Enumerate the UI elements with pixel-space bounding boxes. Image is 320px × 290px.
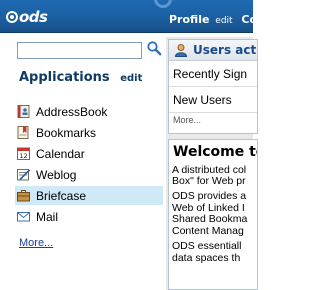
app-item-label: Bookmarks [36, 125, 97, 140]
addressbook-icon [17, 105, 30, 118]
applications-edit-link[interactable]: edit [120, 73, 142, 84]
users-activity-panel: Users act Recently Sign New Users More..… [168, 39, 258, 134]
users-row-recently-signed[interactable]: Recently Sign [169, 61, 257, 87]
applications-title: Applications [19, 70, 110, 85]
search-icon[interactable] [146, 40, 162, 56]
community-link[interactable]: Comm [241, 13, 253, 26]
app-item-label: AddressBook [36, 104, 108, 119]
calendar-icon: 12 [17, 147, 30, 160]
app-item-label: Mail [36, 209, 59, 224]
mail-icon [17, 212, 30, 222]
search-input[interactable] [17, 42, 142, 59]
top-nav-links: Profile edit Comm [169, 13, 253, 26]
applications-more-link[interactable]: More... [19, 237, 53, 249]
app-item-label: Briefcase [36, 188, 87, 203]
welcome-intro: A distributed col Box" for Web pr [172, 165, 257, 187]
welcome-intro-line: Box" for Web pr [172, 175, 246, 187]
app-item-bookmarks[interactable]: Bookmarks [17, 123, 163, 142]
welcome-text-line: Shared Bookma [172, 213, 248, 225]
ods-logo[interactable]: ods [6, 7, 48, 27]
app-item-mail[interactable]: Mail [17, 207, 163, 226]
welcome-text-line: ODS essentiall [172, 240, 242, 252]
app-item-label: Weblog [36, 167, 77, 182]
decorative-ring-icon [154, 0, 172, 8]
users-row-new-users[interactable]: New Users [169, 87, 257, 113]
bookmarks-icon [17, 126, 29, 139]
ods-logo-text: ods [19, 8, 48, 26]
weblog-icon [17, 169, 30, 181]
users-panel-header: Users act [169, 40, 257, 61]
welcome-panel: Welcome to A distributed col Box" for We… [168, 139, 258, 290]
applications-list: AddressBook Bookmarks 12 Calendar Weblog [15, 102, 163, 228]
welcome-text-line: data spaces th [172, 251, 241, 264]
svg-text:12: 12 [19, 152, 27, 160]
users-icon [174, 44, 188, 57]
app-item-label: Calendar [36, 146, 85, 161]
welcome-text-line: Content Manag [172, 224, 244, 237]
briefcase-icon [17, 190, 30, 202]
profile-link[interactable]: Profile [169, 13, 209, 26]
welcome-title: Welcome to [173, 144, 258, 160]
ods-logo-mark-icon [6, 11, 18, 23]
welcome-paragraph-2: ODS essentiall data spaces th [172, 240, 257, 264]
users-more-link[interactable]: More... [169, 115, 257, 125]
users-panel-title: Users act [193, 43, 257, 57]
welcome-text-line: ODS provides a [172, 190, 247, 202]
app-item-calendar[interactable]: 12 Calendar [17, 144, 163, 163]
profile-edit-link[interactable]: edit [215, 16, 232, 26]
app-item-addressbook[interactable]: AddressBook [17, 102, 163, 121]
welcome-paragraph-1: ODS provides a Web of Linked I Shared Bo… [172, 190, 257, 237]
app-item-briefcase[interactable]: Briefcase [15, 186, 163, 205]
applications-heading: Applications edit [19, 70, 142, 85]
top-navigation-bar: ods Profile edit Comm [0, 0, 253, 33]
app-item-weblog[interactable]: Weblog [17, 165, 163, 184]
